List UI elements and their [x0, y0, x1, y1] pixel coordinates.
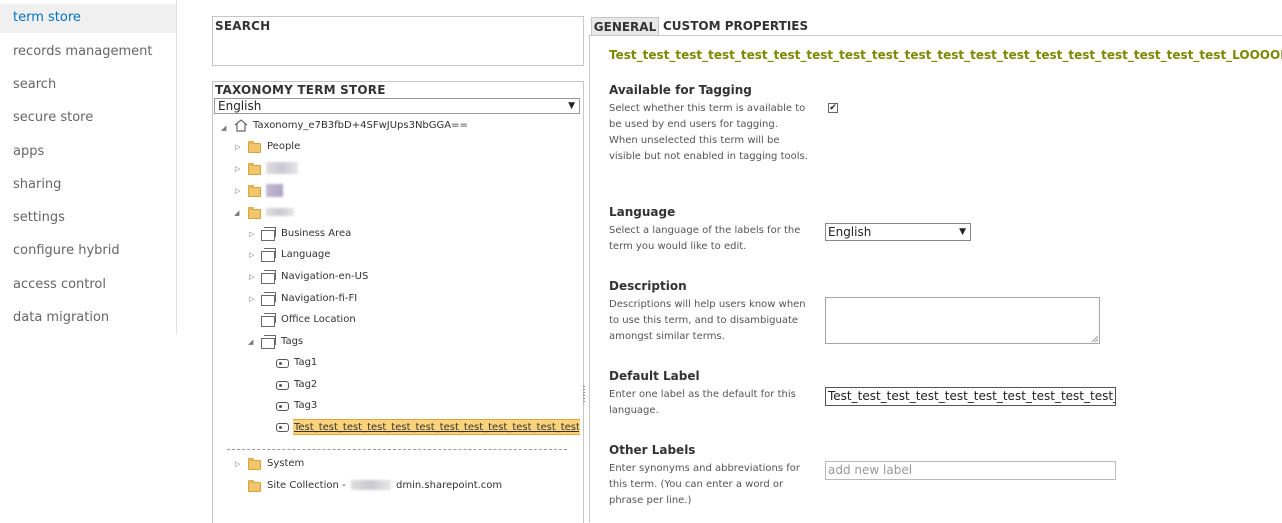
- termset-icon: [261, 248, 276, 262]
- dropdown-arrow-icon: ▼: [959, 227, 966, 237]
- dropdown-arrow-icon: ▼: [568, 101, 575, 111]
- termset-icon: [261, 270, 276, 284]
- nav-item-secure-store[interactable]: secure store: [13, 110, 93, 125]
- expand-triangle-icon[interactable]: ▷: [235, 187, 240, 195]
- nav-item-sharing[interactable]: sharing: [13, 177, 61, 192]
- termset-icon: [261, 227, 276, 241]
- nav-item-apps[interactable]: apps: [13, 144, 44, 159]
- tree-language-select[interactable]: English ▼: [214, 98, 580, 114]
- tagging-description: Select whether this term is available to…: [609, 103, 808, 162]
- group-folder-icon: [248, 185, 261, 197]
- available-for-tagging-checkbox[interactable]: ✔: [828, 103, 838, 113]
- termset-icon: [261, 292, 276, 306]
- default-label-help: Enter one label as the default for this …: [609, 389, 796, 416]
- tree-termset-tags[interactable]: Tags: [281, 335, 303, 349]
- tree-term-tag2[interactable]: Tag2: [294, 378, 317, 392]
- tree-term-tag3[interactable]: Tag3: [294, 399, 317, 413]
- nav-item-data-migration[interactable]: data migration: [13, 310, 109, 325]
- language-description: Select a language of the labels for the …: [609, 225, 801, 252]
- nav-item-settings[interactable]: settings: [13, 210, 65, 225]
- tree-language-value: English: [218, 99, 262, 113]
- other-labels-help: Enter synonyms and abbreviations for thi…: [609, 463, 800, 506]
- description-heading: Description: [609, 279, 687, 293]
- expand-triangle-icon[interactable]: ▷: [249, 251, 254, 259]
- default-label-heading: Default Label: [609, 369, 700, 383]
- description-textarea[interactable]: [825, 297, 1100, 344]
- tree-panel-title: TAXONOMY TERM STORE: [215, 83, 386, 97]
- nav-item-search[interactable]: search: [13, 77, 56, 92]
- collapse-triangle-icon[interactable]: ◢: [221, 124, 226, 132]
- nav-item-access-control[interactable]: access control: [13, 277, 106, 292]
- term-tag-icon: [276, 381, 289, 390]
- site-collection-folder-icon: [248, 480, 261, 492]
- term-tag-icon: [276, 423, 289, 432]
- tree-termset-office-location[interactable]: Office Location: [281, 313, 356, 327]
- tree-termset-business-area[interactable]: Business Area: [281, 227, 351, 241]
- expand-triangle-icon[interactable]: ▷: [235, 143, 240, 151]
- expand-triangle-icon[interactable]: ▷: [235, 460, 240, 468]
- search-panel-title: SEARCH: [215, 19, 271, 33]
- term-tag-icon: [276, 359, 289, 368]
- group-folder-icon: [248, 163, 261, 175]
- tree-group-redacted[interactable]: [266, 162, 298, 174]
- tab-general[interactable]: GENERAL: [591, 17, 659, 35]
- description-help: Descriptions will help users know when t…: [609, 299, 806, 342]
- panel-splitter-handle[interactable]: [583, 386, 585, 404]
- tree-group-redacted[interactable]: [266, 208, 294, 216]
- group-folder-icon: [248, 141, 261, 153]
- home-icon: [234, 119, 248, 132]
- tree-group-system[interactable]: System: [267, 457, 304, 471]
- tree-group-people[interactable]: People: [267, 140, 300, 154]
- termset-icon: [261, 335, 276, 349]
- language-dropdown-value: English: [828, 225, 872, 239]
- tree-termset-navigation-fi-fi[interactable]: Navigation-fi-FI: [281, 292, 357, 306]
- expand-triangle-icon[interactable]: ▷: [235, 165, 240, 173]
- properties-panel-border: [589, 35, 590, 522]
- tree-term-tag1[interactable]: Tag1: [294, 356, 317, 370]
- site-collection-prefix: Site Collection -: [267, 480, 346, 491]
- language-heading: Language: [609, 205, 676, 219]
- other-labels-input[interactable]: add new label: [825, 461, 1116, 480]
- term-tag-icon: [276, 402, 289, 411]
- site-collection-redacted: [350, 480, 391, 490]
- tagging-heading: Available for Tagging: [609, 83, 752, 97]
- language-dropdown[interactable]: English ▼: [825, 223, 971, 241]
- left-navigation: term store records management search sec…: [0, 0, 177, 334]
- tree-group-redacted[interactable]: [266, 184, 283, 197]
- collapse-triangle-icon[interactable]: ◢: [234, 209, 239, 217]
- nav-item-configure-hybrid[interactable]: configure hybrid: [13, 243, 120, 258]
- tab-strip-line: [589, 35, 1282, 36]
- nav-item-records-management[interactable]: records management: [13, 44, 153, 59]
- tab-custom-properties[interactable]: CUSTOM PROPERTIES: [663, 17, 808, 35]
- tree-termset-language[interactable]: Language: [281, 248, 330, 262]
- tree-root-term-store[interactable]: Taxonomy_e7B3fbD+4SFwJUps3NbGGA==: [253, 119, 468, 133]
- expand-triangle-icon[interactable]: ▷: [249, 295, 254, 303]
- termset-icon: [261, 313, 276, 327]
- term-title: Test_test_test_test_test_test_test_test_…: [609, 48, 1282, 62]
- other-labels-heading: Other Labels: [609, 443, 696, 457]
- tree-site-collection[interactable]: Site Collection - dmin.sharepoint.com: [267, 479, 502, 493]
- expand-triangle-icon[interactable]: ▷: [249, 230, 254, 238]
- tree-separator: [227, 449, 567, 450]
- group-folder-icon: [248, 207, 261, 219]
- tree-term-selected[interactable]: Test_test_test_test_test_test_test_test_…: [294, 421, 579, 435]
- default-label-input[interactable]: Test_test_test_test_test_test_test_test_…: [825, 387, 1116, 406]
- nav-item-term-store[interactable]: term store: [13, 10, 81, 25]
- collapse-triangle-icon[interactable]: ◢: [248, 338, 253, 346]
- expand-triangle-icon[interactable]: ▷: [249, 273, 254, 281]
- tree-termset-navigation-en-us[interactable]: Navigation-en-US: [281, 270, 368, 284]
- system-folder-icon: [248, 458, 261, 470]
- site-collection-suffix: dmin.sharepoint.com: [396, 480, 503, 491]
